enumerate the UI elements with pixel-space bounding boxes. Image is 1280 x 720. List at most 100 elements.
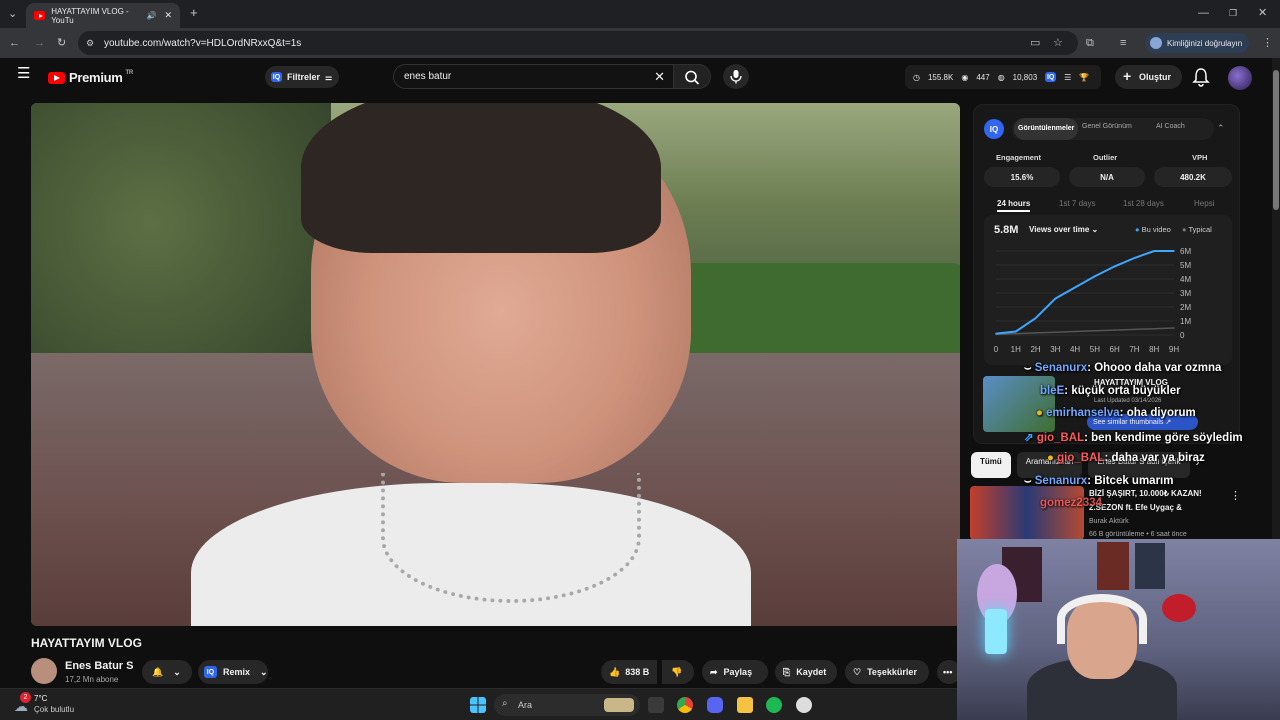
cast-icon[interactable]: ▭	[1030, 37, 1040, 49]
dislike-button[interactable]: 👎	[662, 660, 694, 684]
close-tab-icon[interactable]: ✕	[164, 10, 172, 21]
restore-icon[interactable]: ❐	[1229, 7, 1237, 19]
share-button[interactable]: ➦ Paylaş	[702, 660, 768, 684]
thumbs-down-icon: 👎	[671, 666, 683, 677]
task-view-icon[interactable]	[648, 697, 664, 713]
address-bar-row: ← → ↻ ⚙ youtube.com/watch?v=HDLOrdNRxxQ&…	[0, 28, 1280, 58]
thumbnail-updated: Last Updated 03/14/2026	[1094, 398, 1162, 404]
back-icon[interactable]: ←	[9, 37, 20, 49]
profile-verify-button[interactable]: Kimliğinizi doğrulayın	[1145, 33, 1249, 53]
account-avatar[interactable]	[1228, 66, 1252, 90]
range-28d[interactable]: 1st 28 days	[1123, 199, 1164, 208]
chart-point	[1094, 275, 1096, 277]
thanks-label: Teşekkürler	[867, 667, 917, 677]
trophy-icon[interactable]: 🏆	[1079, 73, 1089, 82]
weather-badge: 2	[20, 692, 31, 703]
list-icon[interactable]: ☰	[1064, 73, 1071, 82]
views-select[interactable]: Views over time ⌄	[1029, 225, 1098, 234]
channel-avatar[interactable]	[31, 658, 57, 684]
site-info-icon[interactable]: ⚙	[86, 37, 94, 49]
remix-button[interactable]: IQ Remix ⌄	[198, 660, 268, 684]
chat-message: gomez2334	[1040, 497, 1102, 509]
chat-message: ● gio_BAL: daha var ya biraz	[1047, 452, 1205, 464]
chart-x-tick: 2H	[1030, 345, 1040, 354]
hamburger-menu-icon[interactable]: ☰	[17, 66, 30, 81]
search-icon: ⌕	[502, 698, 508, 709]
similar-thumbnails-label: See similar thumbnails	[1093, 418, 1164, 426]
spotify-icon[interactable]	[766, 697, 782, 713]
windows-start-icon[interactable]	[470, 697, 486, 713]
iq-icon[interactable]: IQ	[1045, 72, 1057, 82]
subscribed-bell-button[interactable]: 🔔 ⌄	[142, 660, 192, 684]
clear-search-icon[interactable]: ✕	[654, 69, 665, 85]
tab-overview[interactable]: Genel Görünüm	[1082, 123, 1132, 130]
range-7d[interactable]: 1st 7 days	[1059, 199, 1095, 208]
discord-icon[interactable]	[707, 697, 723, 713]
poster	[1135, 543, 1165, 589]
plus-icon: +	[1123, 68, 1132, 84]
metric-engagement-value: 15.6%	[984, 167, 1060, 187]
browser-tab[interactable]: HAYATTAYIM VLOG - YouTu 🔊 ✕	[26, 3, 180, 28]
weather-desc: Çok bulutlu	[34, 705, 75, 714]
extensions-icon[interactable]: ⧉	[1086, 37, 1094, 49]
reload-icon[interactable]: ↻	[57, 37, 66, 49]
reading-list-icon[interactable]: ≡	[1120, 37, 1126, 49]
notifications-bell-icon[interactable]	[1192, 67, 1210, 87]
url-field[interactable]: ⚙ youtube.com/watch?v=HDLOrdNRxxQ&t=1s ▭…	[78, 31, 1078, 55]
search-button[interactable]	[673, 64, 711, 89]
profile-avatar	[1150, 37, 1162, 49]
file-explorer-icon[interactable]	[737, 697, 753, 713]
chat-message: ⇗ gio_BAL: ben kendime göre söyledim	[1024, 430, 1243, 444]
minimize-icon[interactable]: —	[1198, 7, 1209, 19]
menu-dots-icon[interactable]: ⋮	[1262, 37, 1273, 49]
chrome-icon[interactable]	[677, 697, 693, 713]
metric-vph-label: VPH	[1192, 153, 1208, 162]
chart-x-tick: 5H	[1090, 345, 1100, 354]
voice-search-button[interactable]	[723, 64, 749, 89]
audio-icon[interactable]: 🔊	[146, 11, 156, 20]
weather-cloud-icon[interactable]: ☁ 2	[12, 692, 31, 714]
taskbar-search[interactable]: ⌕ Ara	[494, 694, 640, 716]
scrollbar-thumb[interactable]	[1273, 70, 1279, 210]
tab-list-icon[interactable]: ⌄	[8, 8, 17, 20]
save-button[interactable]: ⎘ Kaydet	[775, 660, 837, 684]
channel-name[interactable]: Enes Batur S	[65, 660, 133, 672]
app-icon[interactable]	[796, 697, 812, 713]
chart-x-tick: 4H	[1070, 345, 1080, 354]
more-vert-icon[interactable]: ⋮	[1230, 489, 1241, 502]
create-button[interactable]: + Oluştur	[1115, 65, 1182, 89]
chart-point	[1173, 250, 1175, 252]
chat-arrow-icon: ⌣	[1024, 475, 1035, 487]
thumbs-up-icon: 👍	[609, 666, 621, 677]
metric-vph-value: 480.2K	[1154, 167, 1232, 187]
weather-temp: 7°C	[34, 694, 48, 703]
chip-all[interactable]: Tümü	[971, 452, 1011, 478]
page-scrollbar[interactable]	[1272, 58, 1280, 539]
tab-views[interactable]: Görüntülenmeler	[1014, 118, 1079, 140]
tab-ai-coach[interactable]: AI Coach	[1156, 123, 1185, 130]
profile-verify-label: Kimliğinizi doğrulayın	[1167, 38, 1243, 48]
recommended-video[interactable]: BİZİ ŞAŞIRT, 10.000₺ KAZAN! 2.SEZON ft. …	[970, 486, 1260, 540]
youtube-logo-icon	[48, 71, 65, 84]
close-window-icon[interactable]: ✕	[1258, 7, 1267, 19]
bookmark-star-icon[interactable]: ☆	[1053, 37, 1063, 49]
chart-point	[1014, 330, 1017, 333]
new-tab-icon[interactable]: +	[190, 6, 198, 19]
chat-message: ● emirhanselva: oha diyorum	[1036, 407, 1196, 419]
youtube-logo[interactable]: Premium TR	[48, 70, 133, 85]
collapse-chevron-icon[interactable]: ⌃	[1217, 123, 1225, 134]
chart-x-tick: 9H	[1169, 345, 1179, 354]
like-button[interactable]: 👍 838 B	[601, 660, 657, 684]
thanks-button[interactable]: ♡ Teşekkürler	[845, 660, 929, 684]
range-24h[interactable]: 24 hours	[997, 199, 1031, 212]
chart-x-tick: 1H	[1011, 345, 1021, 354]
chart-point	[1074, 286, 1076, 289]
range-all[interactable]: Hepsi	[1194, 199, 1214, 208]
channel-stats-bar: ◷ 155.8K ◉ 447 ◍ 10,803 IQ ☰ 🏆	[905, 65, 1101, 89]
video-player[interactable]	[31, 103, 960, 626]
like-count: 838 B	[625, 667, 650, 677]
people-icon: ◍	[997, 72, 1005, 82]
forward-icon[interactable]: →	[34, 37, 45, 49]
search-input[interactable]: enes batur ✕	[393, 64, 674, 89]
filters-button[interactable]: IQ Filtreler ⚌	[265, 66, 339, 88]
